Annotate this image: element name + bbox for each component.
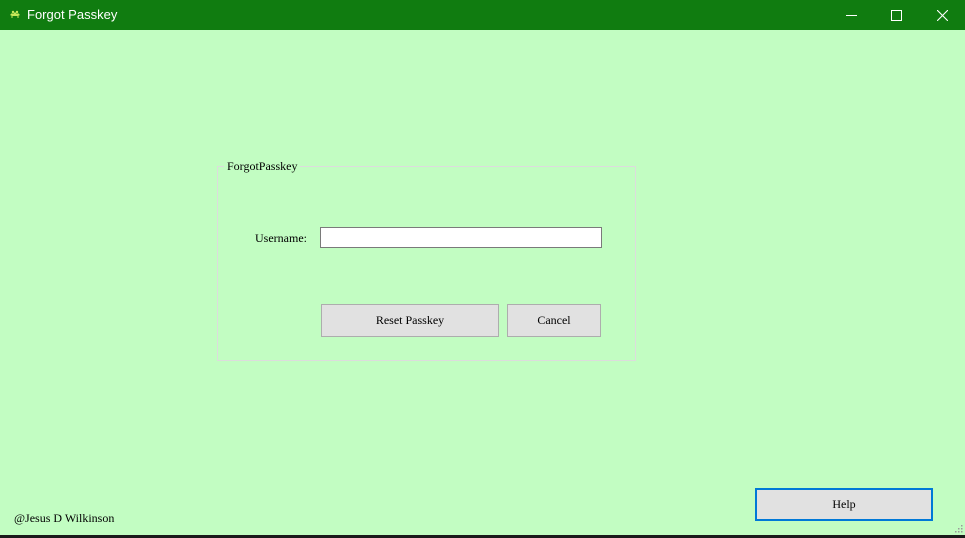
window-title: Forgot Passkey — [27, 7, 118, 22]
reset-passkey-button[interactable]: Reset Passkey — [321, 304, 499, 337]
close-icon — [936, 9, 948, 21]
minimize-button[interactable] — [828, 0, 874, 30]
help-button[interactable]: Help — [755, 488, 933, 521]
maximize-button[interactable] — [873, 0, 919, 30]
copyright-text: @Jesus D Wilkinson — [14, 511, 115, 525]
username-label: Username: — [255, 231, 307, 245]
resize-grip-icon[interactable] — [954, 524, 963, 533]
minimize-icon — [845, 14, 857, 16]
groupbox-title: ForgotPasskey — [224, 159, 301, 174]
forgot-passkey-window: Forgot Passkey ForgotPasskey Username: R… — [0, 0, 965, 538]
cancel-button[interactable]: Cancel — [507, 304, 601, 337]
close-button[interactable] — [919, 0, 965, 30]
username-input[interactable] — [320, 227, 602, 248]
title-bar[interactable]: Forgot Passkey — [0, 0, 965, 30]
frog-icon — [10, 10, 20, 18]
maximize-icon — [890, 9, 902, 21]
